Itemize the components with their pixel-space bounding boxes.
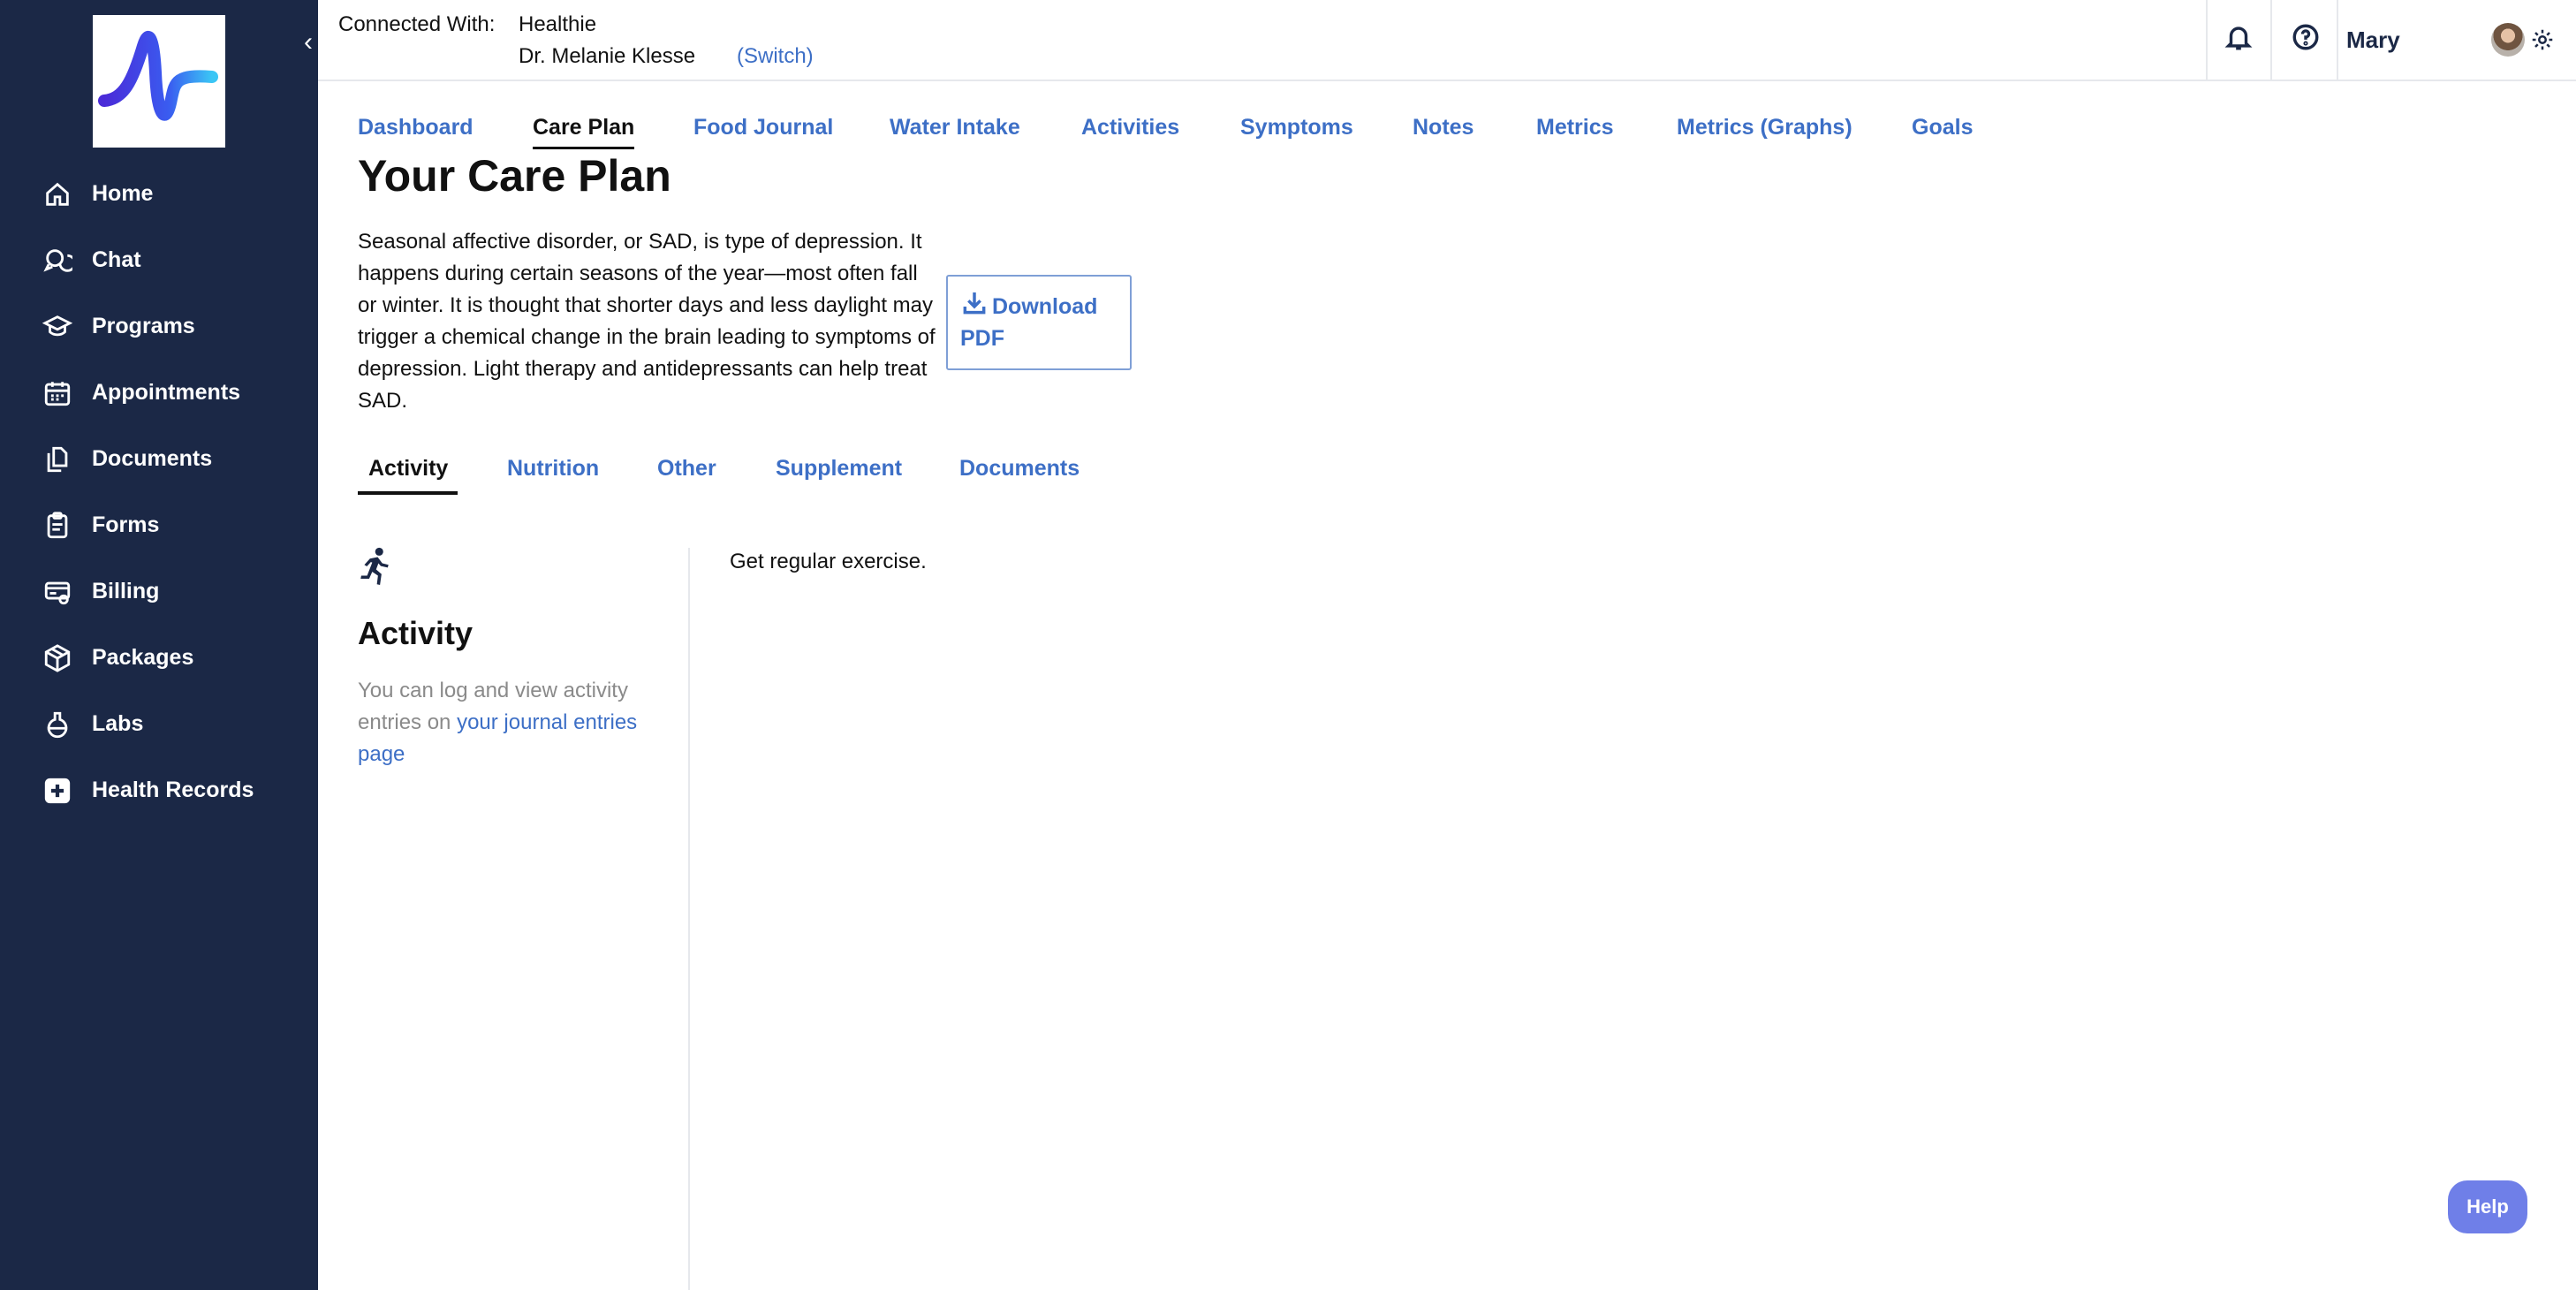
medical-cross-icon	[41, 774, 74, 808]
sidebar: ‹ Home Chat Programs Appointments Docume…	[0, 0, 318, 1290]
sidebar-item-forms[interactable]: Forms	[0, 492, 318, 558]
sidebar-item-chat[interactable]: Chat	[0, 227, 318, 293]
chevron-left-icon[interactable]: ‹	[299, 27, 318, 58]
download-pdf-button[interactable]: Download PDF	[946, 275, 1132, 370]
sidebar-item-label: Programs	[92, 314, 195, 338]
sidebar-item-label: Packages	[92, 645, 194, 670]
tab-dashboard[interactable]: Dashboard	[358, 115, 474, 140]
sidebar-item-label: Billing	[92, 579, 160, 603]
tab-water-intake[interactable]: Water Intake	[890, 115, 1020, 140]
sidebar-item-label: Home	[92, 181, 154, 206]
tab-metrics[interactable]: Metrics	[1536, 115, 1614, 140]
sidebar-item-label: Forms	[92, 512, 160, 537]
bell-icon[interactable]	[2221, 19, 2256, 55]
provider-name: Dr. Melanie Klesse	[519, 44, 696, 68]
top-bar: Connected With: Healthie Dr. Melanie Kle…	[318, 0, 2576, 81]
tab-food-journal[interactable]: Food Journal	[693, 115, 833, 140]
organization-name: Healthie	[519, 12, 597, 36]
calendar-icon	[41, 376, 74, 410]
sidebar-item-label: Health Records	[92, 778, 254, 802]
sidebar-item-programs[interactable]: Programs	[0, 293, 318, 360]
package-icon	[41, 641, 74, 675]
divider	[2206, 0, 2208, 81]
tab-supplement[interactable]: Supplement	[776, 456, 902, 482]
tab-other[interactable]: Other	[657, 456, 716, 482]
tab-symptoms[interactable]: Symptoms	[1240, 115, 1353, 140]
sidebar-item-appointments[interactable]: Appointments	[0, 360, 318, 426]
sidebar-item-packages[interactable]: Packages	[0, 625, 318, 691]
switch-provider-link[interactable]: (Switch)	[737, 44, 814, 69]
sidebar-item-documents[interactable]: Documents	[0, 426, 318, 492]
documents-icon	[41, 443, 74, 476]
clipboard-icon	[41, 509, 74, 543]
activity-heading: Activity	[358, 615, 474, 651]
tab-goals[interactable]: Goals	[1912, 115, 1973, 140]
download-icon	[960, 289, 989, 317]
flask-icon	[41, 708, 74, 741]
sidebar-item-home[interactable]: Home	[0, 161, 318, 227]
divider	[2270, 0, 2272, 81]
active-tab-indicator	[358, 491, 458, 495]
home-icon	[41, 178, 74, 211]
help-button[interactable]: Help	[2448, 1180, 2527, 1233]
divider	[2337, 0, 2338, 81]
sidebar-item-health-records[interactable]: Health Records	[0, 757, 318, 823]
sidebar-item-label: Documents	[92, 446, 213, 471]
running-person-icon	[356, 546, 393, 587]
divider	[688, 548, 690, 1290]
page-title: Your Care Plan	[358, 151, 671, 201]
tab-metrics-graphs[interactable]: Metrics (Graphs)	[1677, 115, 1852, 140]
activity-recommendation: Get regular exercise.	[730, 550, 927, 573]
activity-info: You can log and view activity entries on…	[358, 675, 676, 770]
logo-wave-icon	[98, 31, 218, 121]
sidebar-item-label: Chat	[92, 247, 141, 272]
tab-care-plan[interactable]: Care Plan	[533, 115, 635, 149]
sidebar-item-label: Appointments	[92, 380, 241, 405]
sidebar-item-billing[interactable]: Billing	[0, 558, 318, 625]
care-plan-description: Seasonal affective disorder, or SAD, is …	[358, 230, 936, 413]
user-name[interactable]: Mary	[2346, 27, 2400, 54]
sidebar-nav: Home Chat Programs Appointments Document…	[0, 161, 318, 823]
tab-nutrition[interactable]: Nutrition	[507, 456, 599, 482]
billing-icon	[41, 575, 74, 609]
chat-icon	[41, 244, 74, 277]
avatar[interactable]	[2491, 23, 2525, 57]
tab-activity[interactable]: Activity	[368, 456, 448, 482]
tab-activities[interactable]: Activities	[1081, 115, 1179, 140]
gear-icon[interactable]	[2529, 27, 2557, 55]
healthie-logo[interactable]	[93, 15, 225, 148]
sidebar-item-label: Labs	[92, 711, 144, 736]
sidebar-item-labs[interactable]: Labs	[0, 691, 318, 757]
graduation-cap-icon	[41, 310, 74, 344]
help-circle-icon[interactable]	[2288, 19, 2323, 55]
tab-notes[interactable]: Notes	[1413, 115, 1474, 140]
tab-documents[interactable]: Documents	[959, 456, 1080, 482]
connected-label: Connected With:	[338, 12, 496, 36]
